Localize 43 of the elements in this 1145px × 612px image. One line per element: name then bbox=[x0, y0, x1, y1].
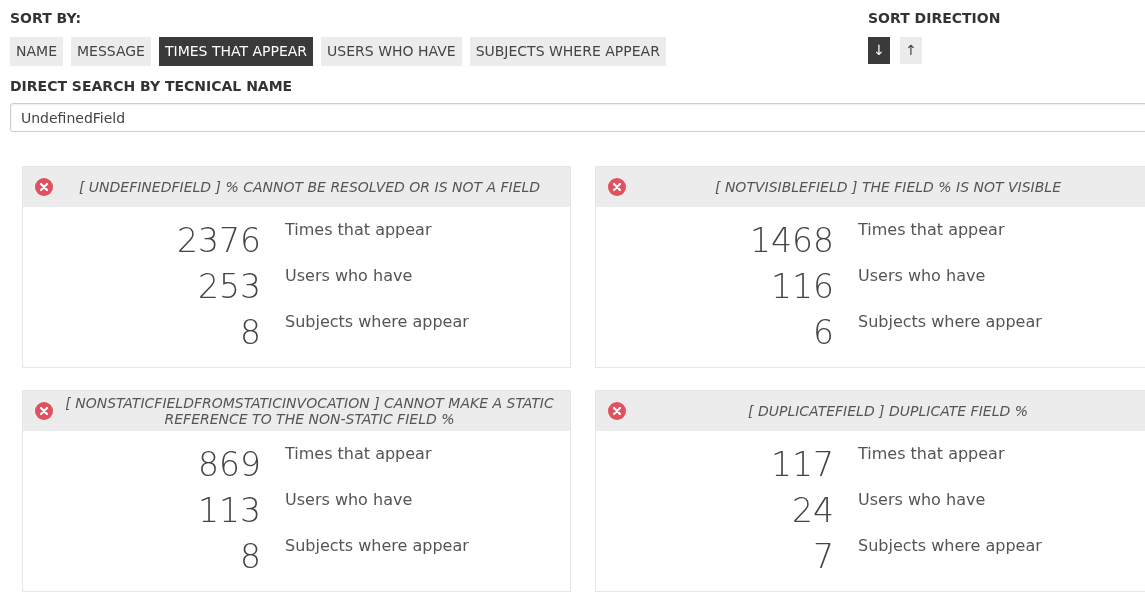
card-title: [ NONSTATICFIELDFROMSTATICINVOCATION ] CANNOT MAKE A STATIC REFERENCE TO THE NON-STATIC FIELD % bbox=[64, 395, 555, 427]
sort-direction-button[interactable]: ↓ bbox=[868, 37, 890, 64]
search-field[interactable]: UndefinedField bbox=[10, 103, 1145, 132]
stat-label: Users who have bbox=[285, 489, 413, 511]
sort-option[interactable]: TIMES THAT APPEAR bbox=[158, 37, 314, 66]
stat-label: Subjects where appear bbox=[285, 311, 469, 333]
sort-option[interactable]: NAME bbox=[10, 37, 63, 66]
stat-value: 8 bbox=[239, 312, 262, 354]
stat-value: 253 bbox=[197, 266, 262, 308]
stat-label: Times that appear bbox=[858, 219, 1005, 241]
stat-label: Times that appear bbox=[285, 219, 432, 241]
stat-label: Users who have bbox=[858, 265, 986, 287]
sort-direction-button[interactable]: ↑ bbox=[900, 37, 922, 64]
stat-label: Subjects where appear bbox=[858, 311, 1042, 333]
stat-value: 869 bbox=[197, 444, 262, 486]
stat-label: Users who have bbox=[858, 489, 986, 511]
stat-value: 24 bbox=[791, 490, 835, 532]
stat-label: Users who have bbox=[285, 265, 413, 287]
sort-option[interactable]: MESSAGE bbox=[71, 37, 151, 66]
sort-option[interactable]: USERS WHO HAVE bbox=[321, 37, 462, 66]
card-title: [ DUPLICATEFIELD ] DUPLICATE FIELD % bbox=[747, 403, 1029, 419]
stat-value: 6 bbox=[812, 312, 835, 354]
stat-value: 7 bbox=[812, 536, 835, 578]
sort-by-label: SORT BY: bbox=[10, 9, 82, 28]
stat-value: 8 bbox=[239, 536, 262, 578]
stat-label: Subjects where appear bbox=[285, 535, 469, 557]
stat-value: 1468 bbox=[749, 220, 835, 262]
card-title: [ UNDEFINEDFIELD ] % CANNOT BE RESOLVED OR IS NOT A FIELD bbox=[77, 179, 542, 195]
stat-value: 117 bbox=[770, 444, 835, 486]
stat-label: Subjects where appear bbox=[858, 535, 1042, 557]
stat-value: 113 bbox=[197, 490, 262, 532]
search-label: DIRECT SEARCH BY TECNICAL NAME bbox=[10, 77, 294, 96]
error-icon bbox=[608, 402, 626, 420]
error-icon bbox=[35, 178, 53, 196]
card-title: [ NOTVISIBLEFIELD ] THE FIELD % IS NOT VISIBLE bbox=[714, 179, 1062, 195]
error-icon bbox=[35, 402, 53, 420]
sort-option[interactable]: SUBJECTS WHERE APPEAR bbox=[469, 37, 666, 66]
stat-value: 116 bbox=[770, 266, 835, 308]
sort-direction-label: SORT DIRECTION bbox=[868, 9, 1001, 28]
stat-label: Times that appear bbox=[858, 443, 1005, 465]
stat-value: 2376 bbox=[176, 220, 262, 262]
error-icon bbox=[608, 178, 626, 196]
stat-label: Times that appear bbox=[285, 443, 432, 465]
